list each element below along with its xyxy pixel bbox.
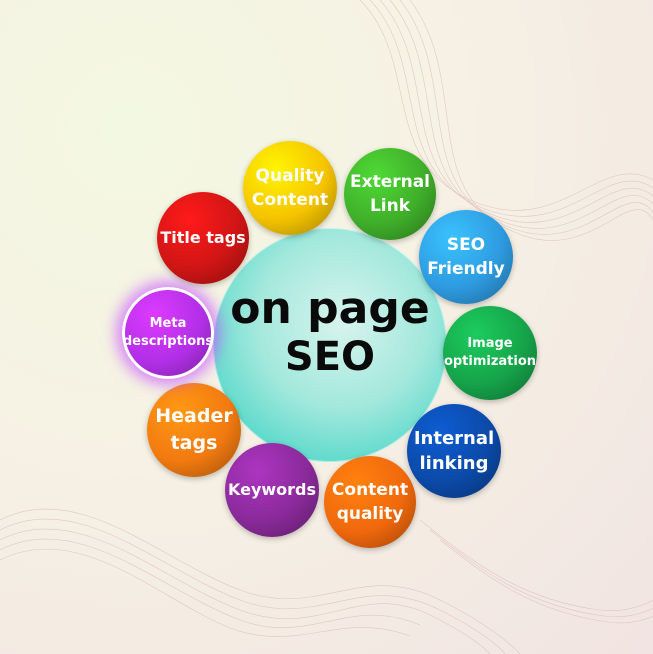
node-label: Header tags <box>155 405 233 454</box>
node-label: Quality Content <box>251 166 329 210</box>
node-label: External Link <box>349 172 431 216</box>
node-title-tags: Title tags <box>157 192 249 284</box>
node-label: Image optimization <box>443 336 537 369</box>
node-label: Internal linking <box>413 428 495 474</box>
center-title-line2: SEO <box>284 334 376 380</box>
node-label: Content quality <box>331 480 409 524</box>
node-seo-friendly: SEO Friendly <box>419 210 513 304</box>
node-label: Meta descriptions <box>122 316 214 349</box>
node-label: SEO Friendly <box>427 235 505 279</box>
node-label: Keywords <box>227 480 317 499</box>
node-content-quality: Content quality <box>324 456 416 548</box>
node-header-tags: Header tags <box>147 383 241 477</box>
node-keywords: Keywords <box>225 443 319 537</box>
seo-diagram: on page SEO Quality Content External Link… <box>0 0 653 654</box>
node-internal-linking: Internal linking <box>407 404 501 498</box>
node-external-link: External Link <box>344 148 436 240</box>
node-quality-content: Quality Content <box>243 141 337 235</box>
node-label: Title tags <box>160 228 246 247</box>
center-title-line1: on page <box>230 283 430 334</box>
node-meta-descriptions: Meta descriptions <box>122 287 214 379</box>
node-image-optimization: Image optimization <box>443 306 537 400</box>
center-title: on page SEO <box>213 285 447 381</box>
